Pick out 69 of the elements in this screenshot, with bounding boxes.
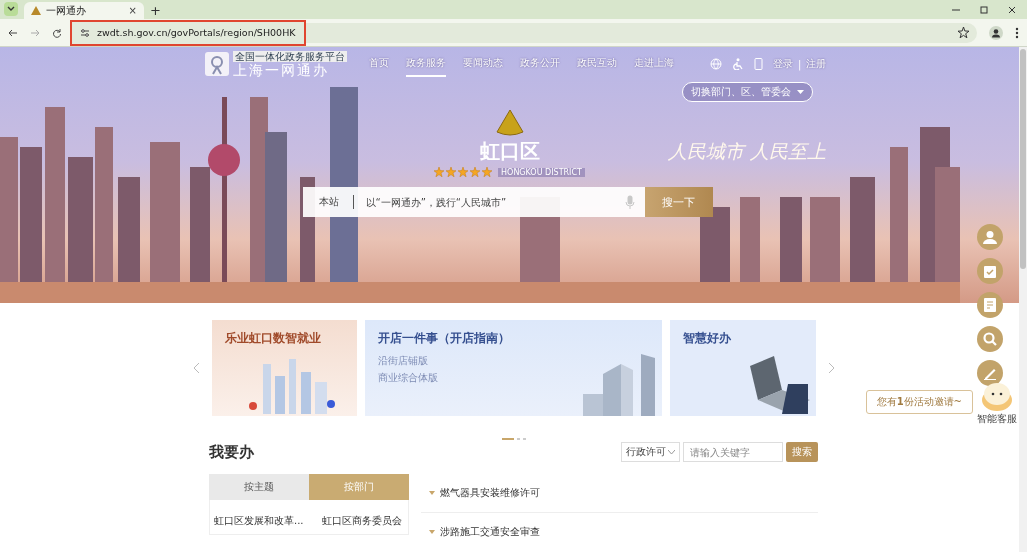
site-logo-icon [31, 5, 41, 16]
service-card[interactable]: 智慧好办 [669, 320, 816, 416]
logo-title: 上海一网通办 [233, 61, 330, 78]
pen-tool-button[interactable] [977, 360, 1003, 386]
browser-tab[interactable]: 一网通办 × [24, 2, 144, 19]
tab-close-button[interactable]: × [128, 5, 137, 16]
service-item-link[interactable]: 涉路施工交通安全审查 [440, 525, 540, 539]
department-link[interactable]: 虹口区商务委员会 [322, 514, 404, 528]
bookmark-star-icon[interactable] [958, 27, 969, 38]
caret-icon [668, 449, 675, 455]
card-link[interactable]: 沿街店铺版 [377, 354, 428, 368]
calendar-icon [983, 264, 997, 278]
category-tab[interactable]: 按主题 [209, 474, 309, 500]
service-card[interactable]: 开店一件事（开店指南） 沿街店铺版 商业综合体版 [364, 320, 662, 416]
more-options-icon[interactable] [1015, 26, 1019, 39]
reload-icon[interactable] [52, 27, 62, 38]
search-icon [983, 332, 997, 346]
maximize-icon[interactable] [979, 5, 989, 15]
tab-title: 一网通办 [46, 3, 87, 18]
card-title: 智慧好办 [682, 330, 731, 347]
url-text: zwdt.sh.gov.cn/govPortals/region/SH00HK [97, 27, 296, 38]
site-settings-icon[interactable] [80, 27, 90, 38]
card-title: 开店一件事（开店指南） [377, 330, 510, 347]
microphone-icon[interactable] [624, 195, 635, 209]
district-emblem-icon [495, 108, 524, 136]
search-scope-label: 本站 [318, 195, 354, 209]
search-button[interactable]: 搜索 [786, 442, 818, 462]
search-input-field[interactable]: 以“一网通办”，践行“人民城市” [363, 195, 615, 209]
search-button[interactable]: 搜一下 [644, 187, 713, 217]
globe-icon[interactable] [710, 58, 722, 70]
service-item-link[interactable]: 燃气器具安装维修许可 [440, 486, 540, 500]
logo-emblem-icon [205, 52, 229, 76]
service-card[interactable]: 乐业虹口数智就业 [211, 320, 357, 416]
search-field[interactable]: 本站 以“一网通办”，践行“人民城市” [302, 187, 645, 217]
card-title: 乐业虹口数智就业 [224, 330, 321, 347]
card-link[interactable]: 商业综合体版 [377, 371, 438, 385]
document-icon [984, 298, 996, 312]
district-subtitle: HONGKOU DISTRICT [498, 167, 585, 177]
pen-icon [983, 366, 997, 380]
caret-icon [797, 89, 804, 95]
assistant-label: 智能客服 [977, 412, 1017, 426]
section-title: 我要办 [209, 442, 254, 462]
invitation-bubble[interactable]: 您有1份活动邀请~ [865, 390, 973, 414]
profile-icon[interactable] [989, 25, 1003, 40]
accessibility-icon[interactable] [732, 58, 744, 70]
caret-icon [429, 530, 435, 534]
logo-tagline: 全国一体化政务服务平台 [233, 50, 347, 62]
department-link[interactable]: 虹口区发展和改革... [214, 514, 322, 528]
caret-icon [429, 491, 435, 495]
close-icon[interactable] [1007, 5, 1017, 15]
category-dropdown[interactable]: 行政许可 [621, 442, 680, 462]
search-tool-button[interactable] [977, 326, 1003, 352]
slogan-text: 人民城市 人民至上 [668, 139, 827, 164]
category-tab[interactable]: 按部门 [309, 474, 409, 500]
district-switch-dropdown[interactable]: 切换部门、区、管委会 [682, 82, 813, 102]
new-tab-button[interactable]: + [150, 2, 161, 19]
mobile-icon[interactable] [754, 58, 763, 70]
separator-text: | [798, 58, 802, 70]
forward-icon[interactable] [30, 27, 40, 38]
user-icon [983, 230, 997, 244]
tab-list-icon[interactable] [4, 2, 18, 16]
note-tool-button[interactable] [977, 292, 1003, 318]
keyword-input-field[interactable]: 请输入关键字 [683, 442, 783, 462]
carousel-prev-icon[interactable] [191, 362, 200, 374]
back-icon[interactable] [8, 27, 18, 38]
scrollbar[interactable] [1019, 47, 1027, 552]
address-bar[interactable]: zwdt.sh.gov.cn/govPortals/region/SH00HK [72, 21, 304, 44]
district-title: 虹口区 [479, 138, 540, 165]
carousel-next-icon[interactable] [827, 362, 836, 374]
